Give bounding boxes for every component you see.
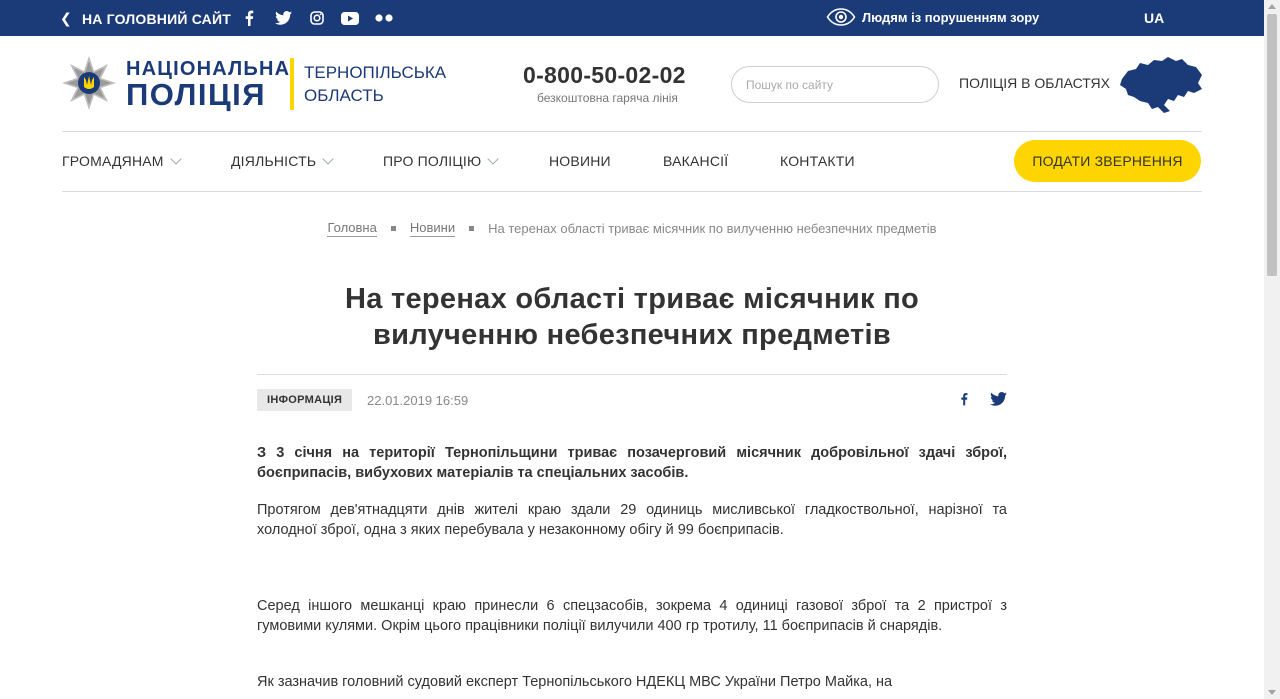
breadcrumb-separator xyxy=(390,226,396,231)
nav-item-citizens[interactable]: ГРОМАДЯНАМ xyxy=(62,152,182,169)
nav-label: ГРОМАДЯНАМ xyxy=(62,153,164,169)
nav-label: ДІЯЛЬНІСТЬ xyxy=(231,153,317,169)
region-name: ТЕРНОПІЛЬСЬКА ОБЛАСТЬ xyxy=(304,61,446,107)
hotline-phone[interactable]: 0-800-50-02-02 xyxy=(523,62,686,89)
flickr-icon[interactable] xyxy=(374,9,394,27)
article-lead-paragraph: З 3 січня на території Тернопільщини три… xyxy=(257,445,1007,481)
instagram-icon[interactable] xyxy=(307,9,327,27)
police-star-logo-icon xyxy=(62,56,116,110)
page-scrollbar[interactable] xyxy=(1264,0,1280,699)
article-divider xyxy=(257,374,1007,375)
header-divider-bottom xyxy=(62,191,1202,192)
article-paragraph: Серед іншого мешканці краю принесли 6 сп… xyxy=(257,598,1007,634)
breadcrumb-current: На теренах області триває місячник по ви… xyxy=(488,221,937,236)
twitter-icon[interactable] xyxy=(273,9,293,27)
chevron-down-icon xyxy=(170,152,182,165)
chevron-left-icon: ❮ xyxy=(60,10,72,26)
article-date: 22.01.2019 16:59 xyxy=(367,393,469,408)
youtube-icon[interactable] xyxy=(340,9,360,27)
share-facebook-icon[interactable] xyxy=(954,390,974,408)
regions-link[interactable]: ПОЛІЦІЯ В ОБЛАСТЯХ xyxy=(959,75,1110,91)
header-divider-top xyxy=(62,131,1202,132)
category-badge[interactable]: ІНФОРМАЦІЯ xyxy=(257,389,353,411)
nav-label: КОНТАКТИ xyxy=(780,153,855,169)
scrollbar-thumb[interactable] xyxy=(1267,14,1277,276)
brand-divider xyxy=(290,58,294,110)
breadcrumb-news[interactable]: Новини xyxy=(409,220,456,237)
nav-label: ПРО ПОЛІЦІЮ xyxy=(383,153,482,169)
scroll-down-icon[interactable] xyxy=(1268,690,1276,695)
facebook-icon[interactable] xyxy=(239,9,259,27)
article-paragraph: Як зазначив головний судовий експерт Тер… xyxy=(257,674,893,690)
nav-item-vacancies[interactable]: ВАКАНСІЇ xyxy=(663,153,728,169)
ukraine-map-icon[interactable] xyxy=(1118,55,1204,115)
article-paragraph: Протягом дев'ятнадцяти днів жителі краю … xyxy=(257,502,1007,538)
back-link-label: НА ГОЛОВНИЙ САЙТ xyxy=(81,10,231,27)
region-line-2: ОБЛАСТЬ xyxy=(304,86,384,105)
eye-icon xyxy=(826,8,856,26)
back-to-main-site-link[interactable]: ❮ НА ГОЛОВНИЙ САЙТ xyxy=(60,10,231,27)
nav-label: НОВИНИ xyxy=(549,153,611,169)
accessibility-label: Людям із порушенням зору xyxy=(862,9,1040,25)
search-input[interactable] xyxy=(731,66,939,103)
region-line-1: ТЕРНОПІЛЬСЬКА xyxy=(304,63,447,82)
breadcrumb-home[interactable]: Головна xyxy=(327,220,377,237)
chevron-down-icon xyxy=(322,152,334,165)
nav-item-activity[interactable]: ДІЯЛЬНІСТЬ xyxy=(231,152,334,169)
top-bar: ❮ НА ГОЛОВНИЙ САЙТ Людям із порушенням з… xyxy=(0,0,1264,36)
breadcrumb-separator xyxy=(469,226,475,231)
title-line-1: На теренах області триває місячник по xyxy=(344,283,920,315)
breadcrumb: Головна Новини На теренах області триває… xyxy=(0,220,1264,237)
submit-appeal-button[interactable]: ПОДАТИ ЗВЕРНЕННЯ xyxy=(1014,140,1201,182)
language-switcher[interactable]: UA xyxy=(1144,10,1164,26)
brand-line-2: ПОЛІЦІЯ xyxy=(126,77,267,112)
nav-item-news[interactable]: НОВИНИ xyxy=(549,153,611,169)
nav-item-contacts[interactable]: КОНТАКТИ xyxy=(780,153,855,169)
nav-label: ВАКАНСІЇ xyxy=(663,153,729,169)
share-twitter-icon[interactable] xyxy=(988,390,1008,408)
article-title: На теренах області триває місячник по ви… xyxy=(232,281,1032,353)
title-line-2: вилученню небезпечних предметів xyxy=(372,319,891,351)
chevron-down-icon xyxy=(487,152,500,165)
scroll-up-icon[interactable] xyxy=(1268,4,1276,9)
accessibility-link[interactable]: Людям із порушенням зору xyxy=(826,8,1039,26)
hotline-caption: безкоштовна гаряча лінія xyxy=(537,91,678,105)
nav-item-about[interactable]: ПРО ПОЛІЦІЮ xyxy=(383,152,500,169)
